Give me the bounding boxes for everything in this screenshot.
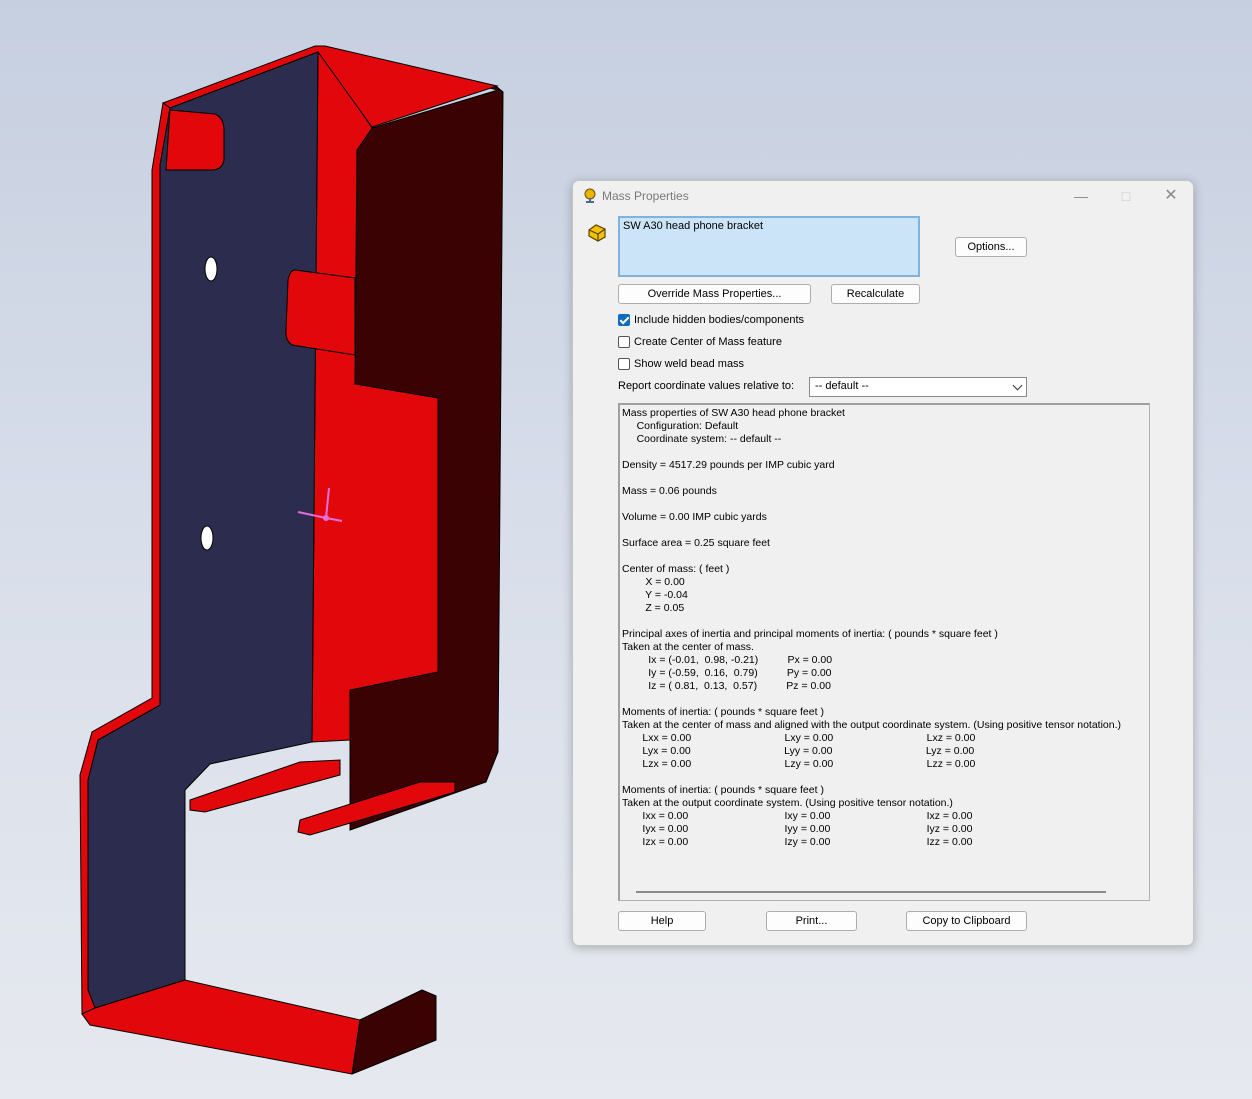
include-hidden-label: Include hidden bodies/components — [634, 314, 805, 326]
close-icon[interactable]: ✕ — [1156, 185, 1186, 207]
help-button[interactable]: Help — [618, 911, 706, 931]
scale-icon — [584, 188, 596, 203]
print-button[interactable]: Print... — [766, 911, 857, 931]
part-icon — [588, 224, 606, 242]
result-line: Moments of inertia: ( pounds * square fe… — [622, 784, 824, 796]
result-line: Iyx = 0.00 Iyy = 0.00 Iyz = 0.00 — [622, 823, 973, 835]
selected-items-list[interactable]: SW A30 head phone bracket — [618, 216, 920, 277]
result-line: Principal axes of inertia and principal … — [622, 628, 998, 640]
result-line: Taken at the center of mass. — [622, 641, 754, 653]
result-line: Lzx = 0.00 Lzy = 0.00 Lzz = 0.00 — [622, 758, 976, 770]
result-line: Y = -0.04 — [622, 589, 688, 601]
chevron-down-icon — [1012, 380, 1023, 391]
result-line: Lxx = 0.00 Lxy = 0.00 Lxz = 0.00 — [622, 732, 976, 744]
report-coordinate-label: Report coordinate values relative to: — [618, 380, 795, 392]
result-line: Iy = (-0.59, 0.16, 0.79) Py = 0.00 — [622, 667, 832, 679]
result-line: Coordinate system: -- default -- — [622, 433, 782, 445]
options-button[interactable]: Options... — [955, 237, 1027, 257]
result-line: Ix = (-0.01, 0.98, -0.21) Px = 0.00 — [622, 654, 833, 666]
mass-properties-results[interactable]: Mass properties of SW A30 head phone bra… — [618, 403, 1150, 901]
show-weld-bead-checkbox[interactable] — [618, 358, 630, 370]
result-line: Ixx = 0.00 Ixy = 0.00 Ixz = 0.00 — [622, 810, 973, 822]
dialog-title: Mass Properties — [602, 189, 689, 203]
coordinate-system-value: -- default -- — [815, 380, 869, 392]
result-line: Taken at the center of mass and aligned … — [622, 719, 1122, 731]
copy-to-clipboard-button[interactable]: Copy to Clipboard — [906, 911, 1027, 931]
result-line: Density = 4517.29 pounds per IMP cubic y… — [622, 459, 835, 471]
result-line: Taken at the output coordinate system. (… — [622, 797, 953, 809]
result-line: Center of mass: ( feet ) — [622, 563, 730, 575]
override-mass-properties-button[interactable]: Override Mass Properties... — [618, 284, 811, 304]
title-bar[interactable]: Mass Properties — □ ✕ — [573, 181, 1193, 211]
horizontal-scrollbar[interactable] — [636, 891, 1106, 893]
result-line: Mass = 0.06 pounds — [622, 485, 717, 497]
result-line: Mass properties of SW A30 head phone bra… — [622, 407, 845, 419]
result-line: Volume = 0.00 IMP cubic yards — [622, 511, 767, 523]
result-line: X = 0.00 — [622, 576, 685, 588]
result-line: Configuration: Default — [622, 420, 739, 432]
mass-properties-dialog: Mass Properties — □ ✕ SW A30 head phone … — [572, 180, 1194, 946]
result-line: Moments of inertia: ( pounds * square fe… — [622, 706, 824, 718]
result-line: Z = 0.05 — [622, 602, 685, 614]
result-line: Lyx = 0.00 Lyy = 0.00 Lyz = 0.00 — [622, 745, 975, 757]
show-weld-bead-label: Show weld bead mass — [634, 358, 745, 370]
create-center-of-mass-label: Create Center of Mass feature — [634, 336, 782, 348]
minimize-icon[interactable]: — — [1066, 185, 1096, 207]
maximize-icon[interactable]: □ — [1111, 185, 1141, 207]
result-line: Izx = 0.00 Izy = 0.00 Izz = 0.00 — [622, 836, 973, 848]
result-line: Surface area = 0.25 square feet — [622, 537, 770, 549]
recalculate-button[interactable]: Recalculate — [831, 284, 920, 304]
coordinate-system-select[interactable]: -- default -- — [809, 377, 1027, 397]
result-line: Iz = ( 0.81, 0.13, 0.57) Pz = 0.00 — [622, 680, 831, 692]
create-center-of-mass-checkbox[interactable] — [618, 336, 630, 348]
include-hidden-checkbox[interactable] — [618, 314, 630, 326]
selected-item[interactable]: SW A30 head phone bracket — [623, 220, 915, 232]
